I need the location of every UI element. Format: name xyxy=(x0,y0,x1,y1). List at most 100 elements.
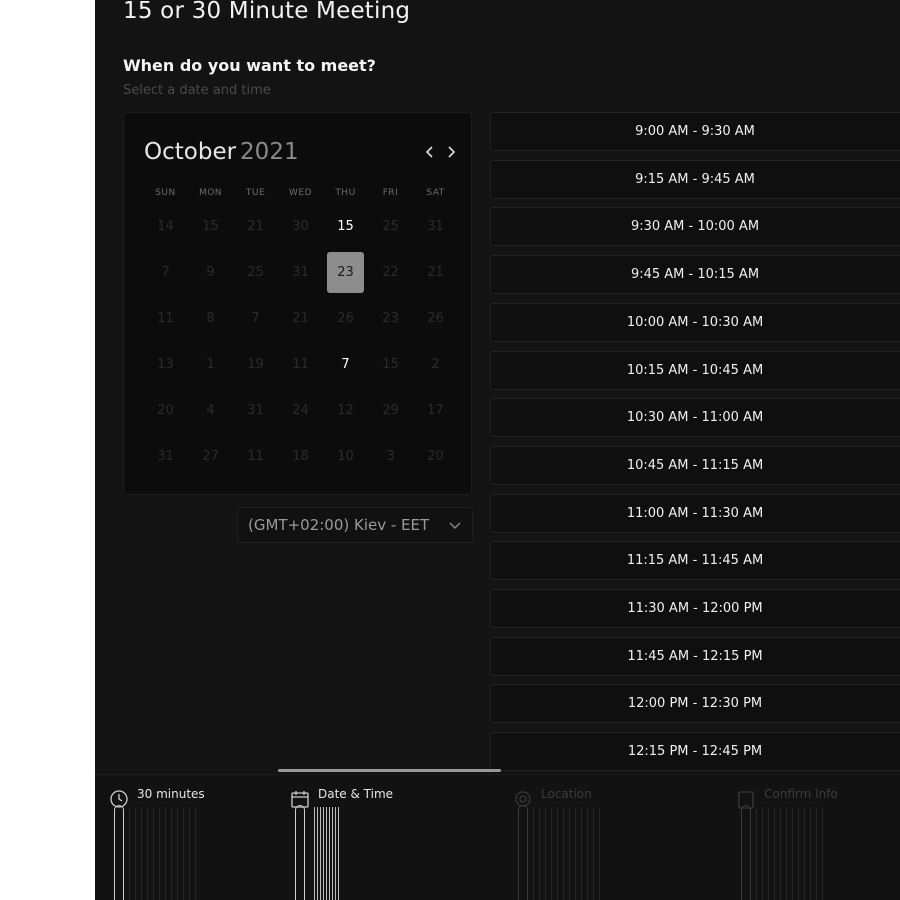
calendar-day: 27 xyxy=(202,448,219,464)
step-texture xyxy=(314,807,340,900)
step-location[interactable]: Location xyxy=(513,785,713,900)
step-bar xyxy=(295,805,305,900)
calendar-day: 18 xyxy=(292,448,309,464)
calendar-day: 14 xyxy=(157,218,174,234)
calendar-day: 8 xyxy=(206,310,215,326)
step-label-confirm: Confirm Info xyxy=(764,787,838,801)
time-slot-button[interactable]: 11:00 AM - 11:30 AM xyxy=(490,493,900,533)
calendar-day: 26 xyxy=(337,310,354,326)
time-slot-label: 11:00 AM - 11:30 AM xyxy=(626,505,764,521)
weekday-label: THU xyxy=(335,188,356,198)
section-subtitle: Select a date and time xyxy=(123,83,271,98)
calendar-day: 3 xyxy=(386,448,395,464)
horizontal-scrollbar[interactable] xyxy=(278,769,501,772)
calendar-day: 22 xyxy=(382,264,399,280)
calendar-day: 7 xyxy=(251,310,260,326)
timezone-label: (GMT+02:00) Kiev - EET xyxy=(248,516,430,534)
weekday-label: TUE xyxy=(245,188,266,198)
time-slot-label: 9:15 AM - 9:45 AM xyxy=(635,171,755,187)
time-slot-label: 12:00 PM - 12:30 PM xyxy=(627,696,763,712)
weekday-header: SUN MON TUE WED THU FRI SAT xyxy=(143,188,458,198)
calendar-day: 20 xyxy=(157,402,174,418)
calendar-day: 31 xyxy=(157,448,174,464)
calendar-day: 23 xyxy=(382,310,399,326)
calendar-day-available[interactable]: 7 xyxy=(323,341,368,387)
step-confirm[interactable]: Confirm Info xyxy=(736,785,900,900)
step-bar xyxy=(741,805,751,900)
calendar-day: 25 xyxy=(382,218,399,234)
calendar: October 2021 SUN MON TUE WED THU FRI SAT 14 15 21… xyxy=(123,112,472,495)
step-texture xyxy=(756,807,826,900)
calendar-day: 15 xyxy=(202,218,219,234)
calendar-day: 11 xyxy=(247,448,264,464)
calendar-day: 30 xyxy=(292,218,309,234)
calendar-day-label: 23 xyxy=(327,251,364,293)
time-slot-label: 10:00 AM - 10:30 AM xyxy=(626,314,764,330)
step-label-date-time: Date & Time xyxy=(318,787,394,801)
calendar-day: 31 xyxy=(292,264,309,280)
time-slot-label: 9:00 AM - 9:30 AM xyxy=(635,124,755,139)
calendar-day: 24 xyxy=(292,402,309,418)
calendar-day: 26 xyxy=(427,310,444,326)
step-label-duration: 30 minutes xyxy=(137,787,205,801)
chevron-left-icon xyxy=(425,146,433,158)
time-slot-button[interactable]: 9:15 AM - 9:45 AM xyxy=(490,159,900,199)
step-bar xyxy=(114,805,124,900)
calendar-day: 4 xyxy=(206,402,215,418)
page-title: 15 or 30 Minute Meeting xyxy=(123,0,411,24)
time-slot-button[interactable]: 9:45 AM - 10:15 AM xyxy=(490,255,900,295)
calendar-day: 13 xyxy=(157,356,174,372)
calendar-day: 11 xyxy=(157,310,174,326)
calendar-day-selected[interactable]: 23 xyxy=(323,249,368,295)
time-slot-button[interactable]: 9:00 AM - 9:30 AM xyxy=(490,112,900,151)
time-slot-button[interactable]: 10:30 AM - 11:00 AM xyxy=(490,398,900,438)
calendar-day: 19 xyxy=(247,356,264,372)
next-month-button[interactable] xyxy=(442,143,460,161)
progress-steps: 30 minutes Date & Time Location Confirm … xyxy=(95,774,900,900)
section-heading: When do you want to meet? xyxy=(123,56,376,75)
weekday-label: WED xyxy=(288,188,312,198)
time-slot-button[interactable]: 11:30 AM - 12:00 PM xyxy=(490,589,900,628)
time-slot-label: 11:15 AM - 11:45 AM xyxy=(626,553,764,569)
weekday-label: FRI xyxy=(382,188,399,198)
step-label-location: Location xyxy=(541,787,592,801)
calendar-day: 7 xyxy=(161,264,170,280)
time-slot-button[interactable]: 12:00 PM - 12:30 PM xyxy=(490,684,900,724)
weekday-label: SUN xyxy=(155,188,176,198)
step-date-time[interactable]: Date & Time xyxy=(290,785,490,900)
step-duration[interactable]: 30 minutes xyxy=(109,785,289,900)
time-slot-button[interactable]: 10:45 AM - 11:15 AM xyxy=(490,445,900,485)
time-slot-label: 10:45 AM - 11:15 AM xyxy=(626,457,764,473)
time-slot-button[interactable]: 10:15 AM - 10:45 AM xyxy=(490,350,900,390)
time-slot-button[interactable]: 11:45 AM - 12:15 PM xyxy=(490,636,900,676)
time-slot-button[interactable]: 10:00 AM - 10:30 AM xyxy=(490,302,900,342)
calendar-day: 31 xyxy=(247,402,264,418)
calendar-day-available[interactable]: 15 xyxy=(323,203,368,249)
time-slot-button[interactable]: 11:15 AM - 11:45 AM xyxy=(490,541,900,581)
calendar-days-grid: 14 15 21 30 15 25 31 7 9 25 31 23 22 21 11 8 7 21 26 23 26 13… xyxy=(143,203,458,479)
calendar-day: 9 xyxy=(206,264,215,280)
calendar-day: 15 xyxy=(382,356,399,372)
calendar-day: 12 xyxy=(337,402,354,418)
calendar-day: 21 xyxy=(247,218,264,234)
calendar-day: 20 xyxy=(427,448,444,464)
calendar-day: 21 xyxy=(427,264,444,280)
time-slot-label: 10:15 AM - 10:45 AM xyxy=(626,362,764,378)
calendar-day: 21 xyxy=(292,310,309,326)
time-slot-label: 11:45 AM - 12:15 PM xyxy=(627,648,763,664)
timezone-select[interactable]: (GMT+02:00) Kiev - EET xyxy=(237,507,473,543)
calendar-day: 1 xyxy=(206,356,215,372)
time-slot-label: 9:30 AM - 10:00 AM xyxy=(630,219,760,235)
calendar-day: 29 xyxy=(382,402,399,418)
calendar-month: October xyxy=(144,139,237,165)
chevron-down-icon xyxy=(449,522,461,529)
calendar-month-label: October 2021 xyxy=(144,139,299,165)
chevron-right-icon xyxy=(448,146,456,158)
calendar-year: 2021 xyxy=(240,139,299,165)
time-slot-label: 11:30 AM - 12:00 PM xyxy=(627,601,763,616)
prev-month-button[interactable] xyxy=(421,143,439,161)
time-slot-button[interactable]: 9:30 AM - 10:00 AM xyxy=(490,207,900,247)
time-slot-label: 12:15 PM - 12:45 PM xyxy=(627,744,763,760)
time-slot-button[interactable]: 12:15 PM - 12:45 PM xyxy=(490,732,900,772)
step-bar xyxy=(518,805,528,900)
